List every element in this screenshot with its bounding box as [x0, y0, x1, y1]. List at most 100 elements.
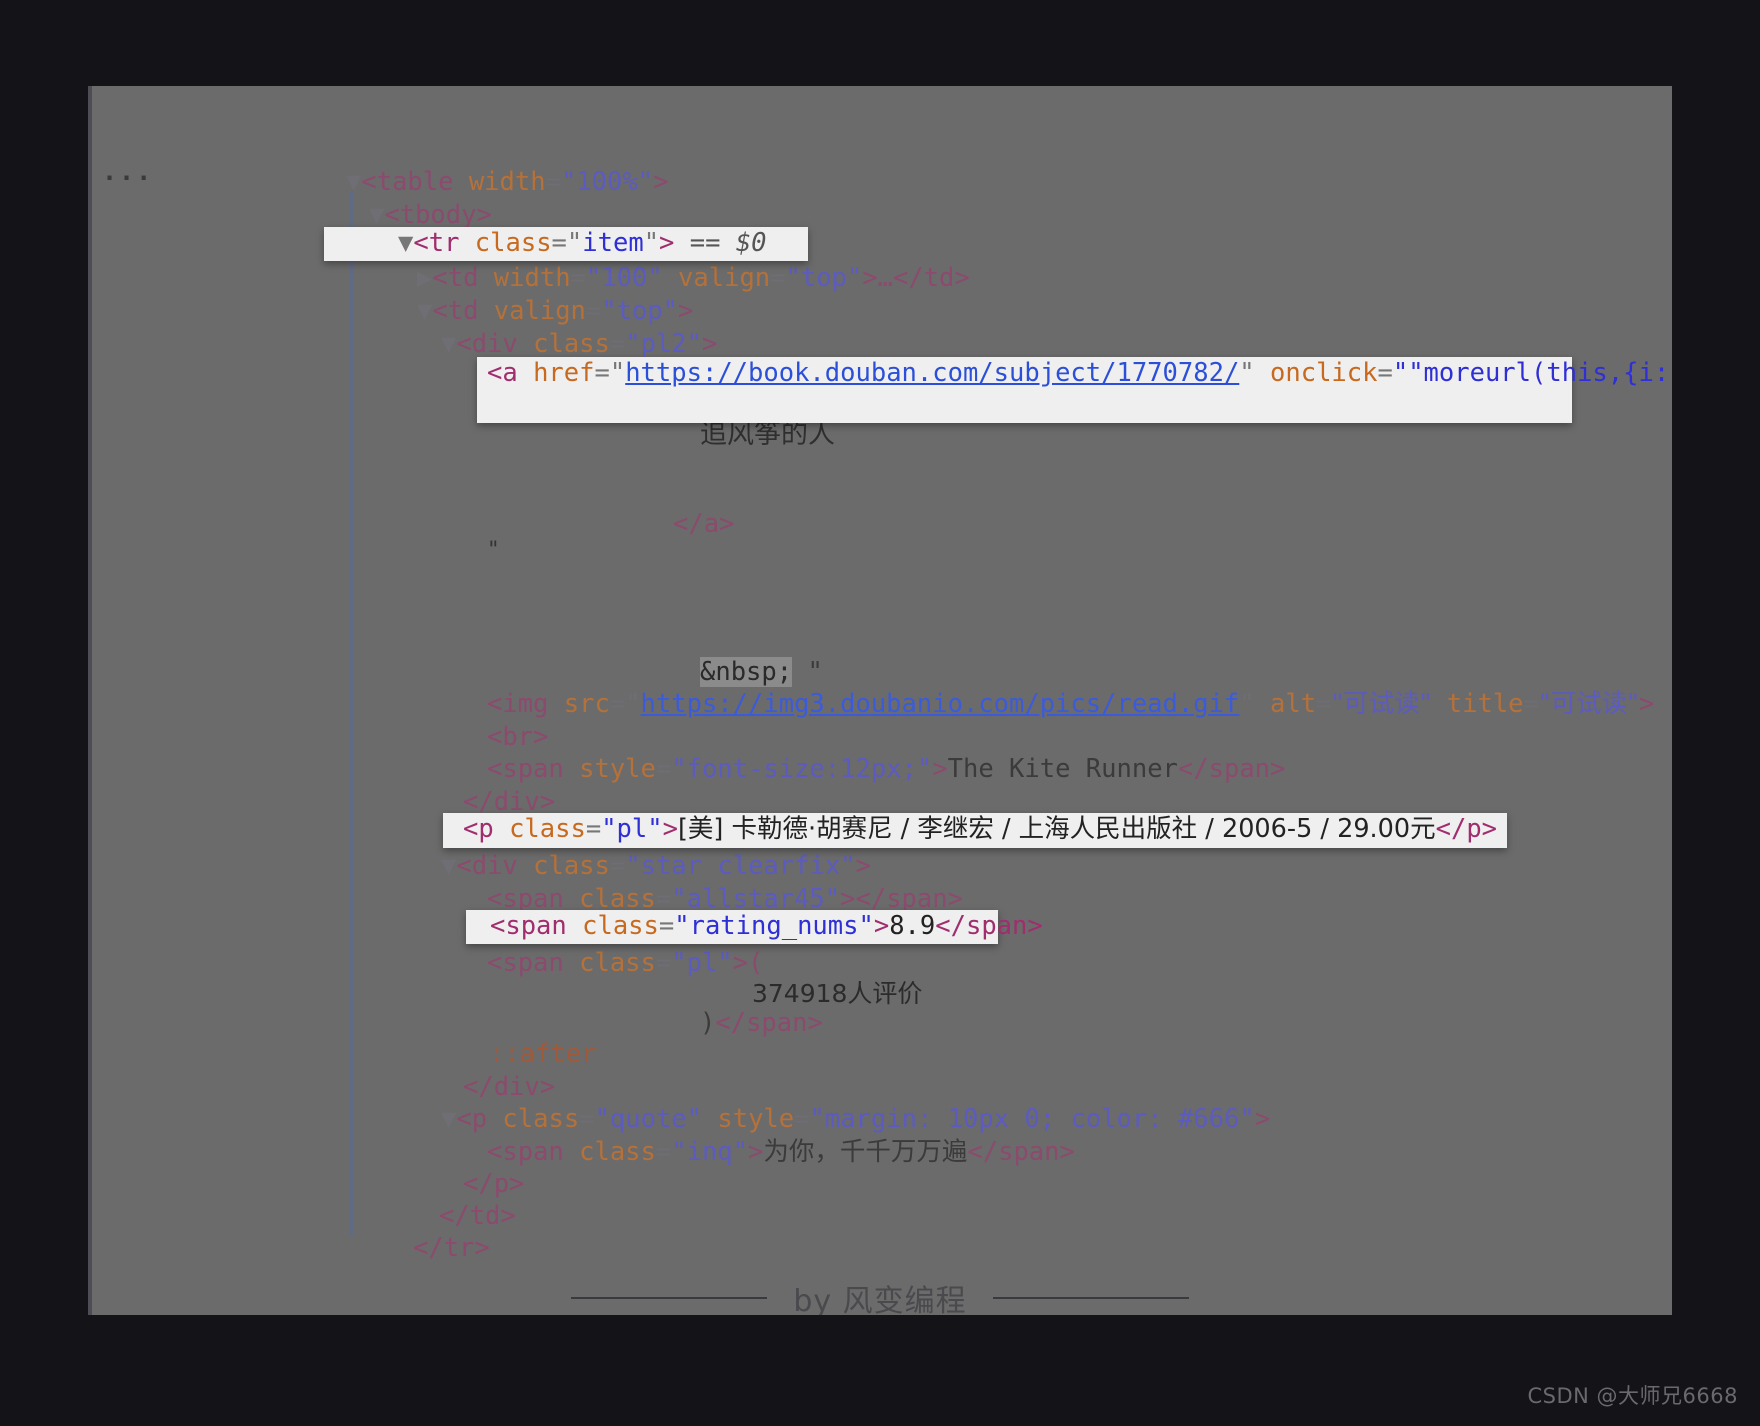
code-line-div-star-close[interactable]: </div>: [463, 1071, 555, 1104]
attr-class-value: "pl": [671, 948, 733, 978]
equals-sign: =: [545, 167, 561, 197]
attr-class: class: [509, 814, 586, 844]
code-line-img[interactable]: <img src="https://img3.doubanio.com/pics…: [487, 688, 1654, 721]
tr-class-value: item: [582, 228, 644, 258]
screenshot-root: ... ▼<table width="100%"> ▼<tbody> <tr ▶…: [0, 0, 1760, 1426]
equals-sign: =: [551, 228, 567, 258]
rating-value: 8.9: [889, 911, 936, 941]
attr-width-value: "100": [585, 263, 663, 293]
tag-p-open: <p: [463, 814, 510, 844]
byline-rule-right: [992, 1297, 1189, 1299]
highlight-p-pl-element[interactable]: <p class="pl">[美] 卡勒德·胡赛尼 / 李继宏 / 上海人民出版…: [443, 813, 1507, 848]
tag-div-gt: >: [702, 329, 718, 359]
tag-span-gt-paren: >(: [732, 948, 764, 978]
code-line-table[interactable]: ▼<table width="100%">: [346, 166, 668, 199]
equals-sign: =: [794, 1104, 810, 1134]
tag-table-open: <table: [361, 167, 469, 197]
highlight-selected-tr-row[interactable]: ▼<tr class="item"> == $0: [324, 227, 808, 261]
equals-sign: =: [594, 358, 610, 388]
disclosure-triangle-down-icon[interactable]: ▼: [369, 200, 384, 230]
devtools-elements-panel[interactable]: ... ▼<table width="100%"> ▼<tbody> <tr ▶…: [88, 86, 1672, 1315]
tag-td2-open: <td: [432, 296, 494, 326]
attr-onclick: onclick: [1270, 358, 1378, 388]
disclosure-triangle-down-icon[interactable]: ▼: [346, 167, 361, 197]
equals-sign: =: [609, 329, 626, 359]
img-src-link[interactable]: https://img3.doubanio.com/pics/read.gif: [641, 689, 1240, 719]
attr-class: class: [533, 329, 610, 359]
disclosure-triangle-down-icon[interactable]: ▼: [398, 228, 413, 258]
equals-sign: =: [1377, 358, 1393, 388]
pseudo-element-after: ::after: [489, 1039, 597, 1069]
equals-sign: =: [655, 948, 672, 978]
tag-tr-close: </tr>: [413, 1233, 490, 1263]
code-line-span-pl-open[interactable]: <span class="pl">(: [487, 947, 763, 980]
attr-valign-value: "top": [785, 263, 863, 293]
csdn-watermark: CSDN @大师兄6668: [1527, 1384, 1738, 1408]
code-line-pseudo-after[interactable]: ::after: [489, 1038, 596, 1071]
disclosure-triangle-right-icon[interactable]: ▶: [417, 263, 432, 293]
tag-div-close: </div>: [463, 1072, 556, 1102]
attr-style-value: "margin: 10px 0; color: #666": [809, 1104, 1255, 1134]
code-line-p-close[interactable]: </p>: [463, 1168, 524, 1201]
highlight-anchor-element[interactable]: <a href="https://book.douban.com/subject…: [477, 357, 1672, 423]
code-line-td-close[interactable]: </td>: [439, 1200, 516, 1233]
tag-img-gt: >: [1638, 689, 1655, 719]
code-line-nbsp: &nbsp; ": [700, 656, 823, 689]
code-line-td-cover[interactable]: ▶<td width="100" valign="top">…</td>: [417, 262, 970, 295]
attr-valign-value: "top": [601, 296, 679, 326]
tag-span-open: <span: [487, 1137, 580, 1167]
attr-class-value: "rating_nums": [674, 911, 874, 941]
tag-span-open: <span: [487, 754, 580, 784]
close-paren: ): [700, 1008, 716, 1038]
tag-span-close: </span>: [935, 911, 1043, 941]
tag-span-gt: >: [932, 754, 948, 784]
code-line-p-quote[interactable]: ▼<p class="quote" style="margin: 10px 0;…: [441, 1103, 1270, 1136]
code-line-div-star[interactable]: ▼<div class="star clearfix">: [441, 850, 871, 883]
tag-td-open: <td: [432, 263, 494, 293]
tag-div-star-gt: >: [855, 851, 871, 881]
quote-open: ": [566, 228, 583, 258]
attr-class: class: [502, 1104, 580, 1134]
tag-span-open: <span: [490, 911, 583, 941]
code-line-br[interactable]: <br>: [487, 721, 548, 754]
book-meta-text: [美] 卡勒德·胡赛尼 / 李继宏 / 上海人民出版社 / 2006-5 / 2…: [677, 814, 1436, 844]
code-line-span-pl-close[interactable]: )</span>: [700, 1007, 823, 1040]
disclosure-triangle-down-icon[interactable]: ▼: [441, 329, 456, 359]
attr-class-value: "pl2": [625, 329, 703, 359]
code-line-td-content[interactable]: ▼<td valign="top">: [417, 295, 693, 328]
tag-span-close: </span>: [967, 1137, 1075, 1167]
disclosure-triangle-down-icon[interactable]: ▼: [441, 1104, 456, 1134]
equals-sign: =: [1316, 689, 1332, 719]
code-line-tr-close[interactable]: </tr>: [413, 1232, 490, 1265]
attr-class-value: "star clearfix": [625, 851, 856, 881]
code-line-span-fontsize[interactable]: <span style="font-size:12px;">The Kite R…: [487, 753, 1285, 786]
highlight-rating-nums-element[interactable]: <span class="rating_nums">8.9</span>: [466, 910, 1043, 944]
quote-close: ": [643, 228, 660, 258]
tag-span-open: <span: [487, 948, 580, 978]
attr-class-value: "inq": [671, 1137, 749, 1167]
equals-sign: =: [585, 814, 602, 844]
tag-span-close: </span>: [1177, 754, 1286, 784]
attr-onclick-value: ""moreurl(this,{i:'0'})"": [1392, 358, 1672, 388]
tag-p-open: <p: [456, 1104, 503, 1134]
tag-p-close: </p>: [463, 1169, 525, 1199]
page-footer: [0, 1315, 1760, 1426]
byline-text: by 风变编程: [793, 1284, 967, 1315]
attr-title: title: [1446, 689, 1524, 719]
tag-p-close: </p>: [1435, 814, 1498, 844]
code-line-anchor-close: </a>: [673, 508, 734, 541]
tag-span-gt: >: [873, 911, 890, 941]
attr-class: class: [533, 851, 610, 881]
tag-br: <br>: [487, 722, 549, 752]
attr-valign: valign: [678, 263, 771, 293]
tag-tr-open: <tr: [413, 228, 475, 258]
attr-class: class: [579, 1137, 656, 1167]
quote-open: ": [625, 689, 641, 719]
disclosure-triangle-down-icon[interactable]: ▼: [441, 851, 456, 881]
disclosure-triangle-down-icon[interactable]: ▼: [417, 296, 432, 326]
book-subject-link[interactable]: https://book.douban.com/subject/1770782/: [625, 358, 1239, 388]
stray-quote-2: ": [792, 657, 823, 687]
code-line-span-inq[interactable]: <span class="inq">为你，千千万万遍</span>: [487, 1136, 1075, 1169]
